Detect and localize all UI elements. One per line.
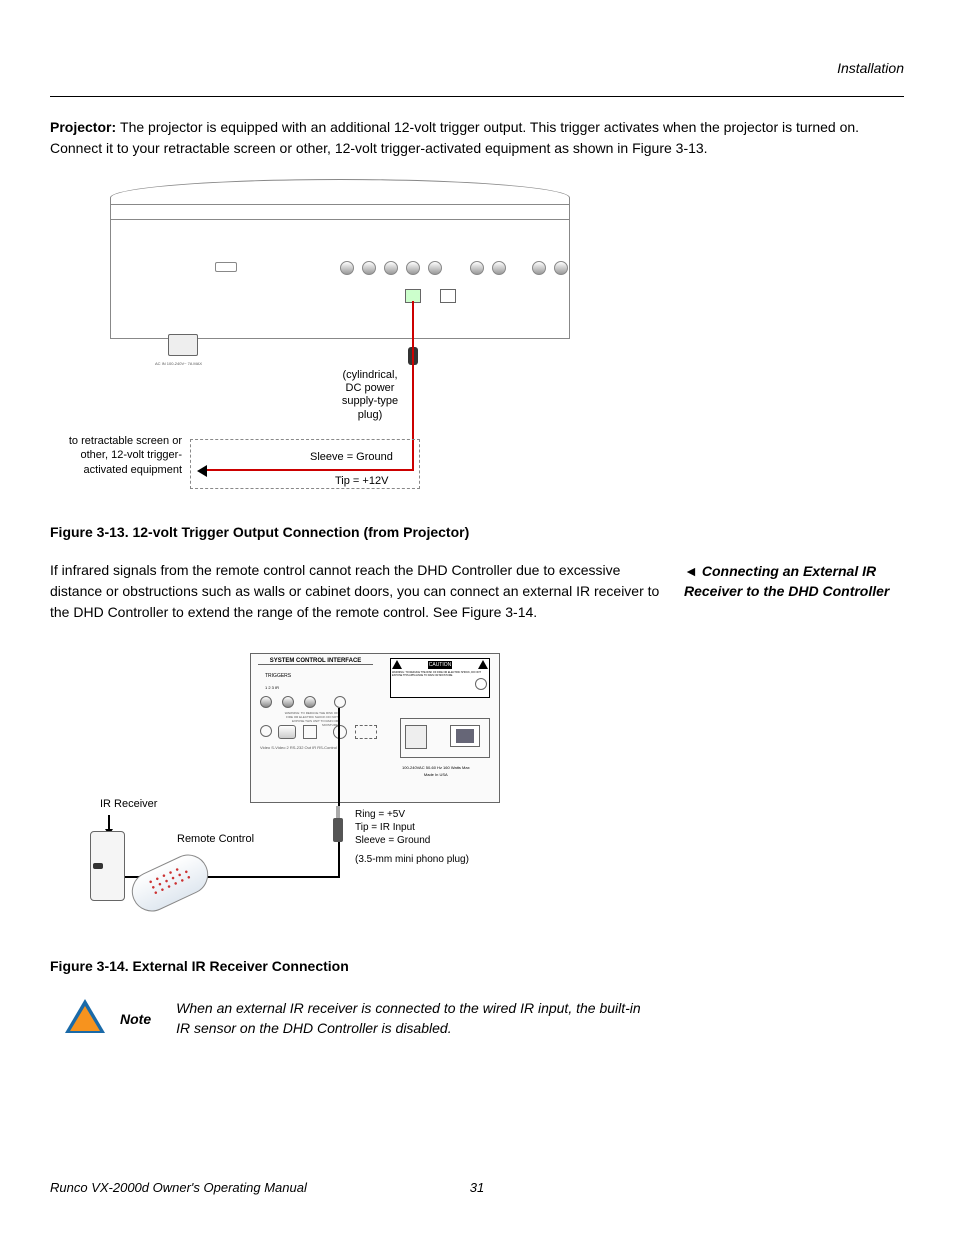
ir-cable-vertical [338, 708, 340, 878]
vent-icon [475, 678, 487, 690]
trigger-jack-icon [260, 696, 272, 708]
remote-text: Remote Control [177, 833, 254, 845]
trigger-jack-icon [282, 696, 294, 708]
sleeve-label: Sleeve = Ground [355, 834, 430, 847]
port-dot-icon [406, 261, 420, 275]
ir-receiver-label: IR Receiver [100, 798, 157, 810]
trigger-jack-icon [304, 696, 316, 708]
port-dot-icon [492, 261, 506, 275]
header-rule [50, 96, 904, 97]
projector-top-line2 [110, 219, 570, 220]
ir-phono-icon [333, 725, 347, 739]
paragraph-ir: If infrared signals from the remote cont… [50, 560, 664, 623]
triggers-label: TRIGGERS [265, 673, 291, 679]
port-row [340, 261, 442, 275]
warning-text-small: WARNING: TO REDUCE THE RISK OF FIRE OR E… [278, 711, 338, 727]
paragraph-projector: Projector: The projector is equipped wit… [50, 117, 904, 159]
side-heading-text: Connecting an External IR Receiver to th… [684, 563, 889, 599]
warning-triangle-icon [392, 660, 402, 669]
ethernet-port-icon [440, 289, 456, 303]
ac-label: AC IN 100-240V~ 7A MAX [155, 361, 202, 366]
triangle-left-icon: ◄ [684, 562, 698, 582]
figure-3-13-caption: Figure 3-13. 12-volt Trigger Output Conn… [50, 524, 904, 540]
port-dot-icon [554, 261, 568, 275]
power-socket-icon [168, 334, 198, 356]
note-triangle-inner-icon [70, 1006, 100, 1031]
serial-port-icon [303, 725, 317, 739]
remote-control-label: Remote Control [177, 833, 254, 845]
phono-plug-icon [333, 818, 343, 842]
bottom-port-labels: Video S-Video 2 RS-232 Out IR RS-Control [260, 745, 337, 750]
plug-wiring-labels: Ring = +5V Tip = IR Input Sleeve = Groun… [355, 808, 430, 847]
power-rating-label: 100-240VAC 50-60 Hz 160 Watts Max Made I… [402, 765, 470, 777]
switch-rocker-icon [456, 729, 474, 743]
trigger-jack-row [260, 696, 316, 708]
figure-3-14-caption: Figure 3-14. External IR Receiver Connec… [50, 958, 904, 974]
video-jack-icon [260, 725, 272, 737]
projector-outline [110, 179, 570, 339]
label-plug-type: (cylindrical, DC power supply-type plug) [335, 369, 405, 422]
label-tip: Tip = +12V [335, 475, 388, 487]
arrow-left-icon [197, 465, 207, 477]
svideo-port-icon [278, 725, 296, 739]
trigger-numbers: 1 2 3 IR [265, 685, 279, 690]
ir-eye-icon [93, 863, 103, 869]
note-text: When an external IR receiver is connecte… [176, 999, 656, 1038]
note-label: Note [120, 1011, 151, 1027]
footer-page-number: 31 [470, 1180, 484, 1195]
port-dot-icon [384, 261, 398, 275]
ir-jack-icon [334, 696, 346, 708]
port-dot-icon [428, 261, 442, 275]
label-retractable-screen: to retractable screen or other, 12-volt … [52, 434, 182, 477]
system-control-label: SYSTEM CONTROL INTERFACE [258, 658, 373, 665]
warning-triangle-icon [478, 660, 488, 669]
plug-type-label: (3.5-mm mini phono plug) [355, 853, 469, 866]
note-triangle-outer-icon [65, 999, 105, 1033]
figure-3-14: SYSTEM CONTROL INTERFACE TRIGGERS 1 2 3 … [50, 653, 904, 943]
made-in-label: Made In USA [402, 772, 470, 777]
caution-body: WARNING: TO REDUCE THE RISK OF FIRE OR E… [392, 671, 488, 677]
rs-control-icon [355, 725, 377, 739]
caution-header: CAUTION [428, 661, 453, 669]
arrow-down-icon [108, 815, 110, 830]
note-block: Note When an external IR receiver is con… [65, 999, 904, 1038]
footer-left: Runco VX-2000d Owner's Operating Manual [50, 1180, 307, 1195]
hdmi-port-icon [215, 262, 237, 272]
power-socket-icon [405, 725, 427, 749]
tip-label: Tip = IR Input [355, 821, 430, 834]
port-dot-icon [340, 261, 354, 275]
port-row-3 [532, 261, 568, 275]
port-dot-icon [362, 261, 376, 275]
footer: Runco VX-2000d Owner's Operating Manual … [50, 1180, 904, 1195]
port-dot-icon [532, 261, 546, 275]
label-sleeve: Sleeve = Ground [310, 451, 393, 463]
header-section-label: Installation [50, 60, 904, 76]
caution-box: CAUTION WARNING: TO REDUCE THE RISK OF F… [390, 658, 490, 698]
power-watts: 100-240VAC 50-60 Hz 160 Watts Max [402, 765, 470, 770]
note-icon [65, 999, 105, 1035]
ring-label: Ring = +5V [355, 808, 430, 821]
projector-text: The projector is equipped with an additi… [50, 119, 859, 156]
port-dot-icon [470, 261, 484, 275]
port-row-2 [470, 261, 506, 275]
side-heading: ◄Connecting an External IR Receiver to t… [684, 560, 904, 643]
figure-3-13: AC IN 100-240V~ 7A MAX to retractable sc… [50, 179, 904, 509]
projector-lead: Projector: [50, 119, 120, 135]
projector-top-line [110, 204, 570, 205]
